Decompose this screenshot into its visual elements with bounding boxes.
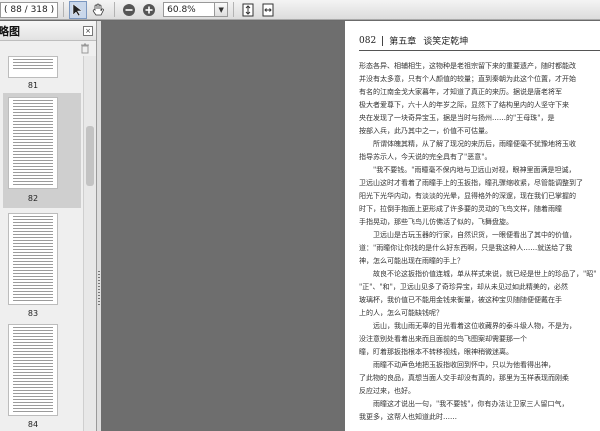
sidebar-header: 略图 ×	[0, 21, 96, 41]
page-header: 082 第五章 谈笑定乾坤	[359, 34, 600, 51]
thumbnail-page[interactable]	[8, 56, 58, 78]
thumbnail-label: 81	[27, 81, 39, 90]
thumbnail-label: 82	[27, 194, 39, 203]
thumbnail-page[interactable]	[8, 213, 58, 305]
zoom-in-button[interactable]	[140, 1, 158, 19]
text-line: 我更多，这帮人也知道此时……	[359, 413, 457, 421]
text-line: 玻璃杯，我价值已不能用金钱来衡量，被这种宝贝随随便便戴在手	[359, 296, 562, 304]
text-line: 并没有太多意，只有个人颜值的较量；直到秦朝为此这个位置，才开始	[359, 75, 576, 83]
toolbar-separator	[114, 2, 116, 17]
text-line: 所谓体魄其精，从了解了现况的来历后，雨瞳便毫不犹豫地将玉收	[359, 140, 576, 148]
chapter-title: 谈笑定乾坤	[423, 37, 469, 47]
text-line: 卫远山是古玩玉器的行家，自然识货，一眼便看出了其中的价值，	[359, 231, 576, 239]
text-line: 卫远山这时才看着了雨瞳手上的玉扳指，瞳孔骤缩收紧，尽管能调整到了	[359, 179, 583, 187]
text-line: 故良不论这扳指价值连城，单从样式来说，就已经是世上的珍品了，"昭"	[359, 270, 597, 278]
close-icon[interactable]: ×	[83, 25, 93, 36]
toolbar-separator	[63, 2, 65, 17]
chevron-down-icon[interactable]: ▼	[215, 2, 229, 17]
trash-icon[interactable]	[80, 43, 90, 54]
text-line: 道："雨瞳你让你找的是什么好东西啊，只是我这种人……就送给了我	[359, 244, 573, 252]
text-line: 指导苏示人，今天说的完全具有了"恶意"。	[359, 153, 492, 161]
thumbnail-page[interactable]	[8, 324, 58, 416]
page-indicator: ( 88 / 318 )	[4, 4, 55, 15]
text-line: 阳光下光华内动，有淡淡的光晕，显得格外的深邃，现在我们已掌握的	[359, 192, 576, 200]
minus-circle-icon	[123, 3, 136, 16]
scrollbar-thumb[interactable]	[86, 126, 94, 186]
thumbnail-label: 84	[27, 420, 39, 429]
splitter-grip[interactable]	[98, 271, 100, 307]
text-line: "正"、"和"，卫远山见多了奇珍异宝，却从未见过如此精美的，必然	[359, 283, 568, 291]
text-line: 形态各异、相辅相生，这物种是老祖宗留下来的重要遗产，随时都能改	[359, 62, 576, 70]
text-line: "我不要钱。"雨瞳毫不保内地与卫远山对视，眼神里面满是坦诚，	[359, 166, 576, 174]
hand-tool-button[interactable]	[89, 1, 107, 19]
hand-icon	[92, 3, 105, 15]
zoom-value[interactable]: 60.8%	[163, 2, 216, 17]
page-number: 082	[359, 35, 377, 46]
text-line: 按部入兵，此乃其中之一，价值不可估量。	[359, 127, 492, 135]
chapter-label: 第五章	[389, 37, 417, 47]
text-line: 没注意别处看着出来而且面前的鸟飞图案却需要那一个	[359, 335, 527, 343]
text-line: 远山，我山雨无辜的目光看着这位收藏界的泰斗级人物，不是为，	[359, 322, 576, 330]
thumbnail-sidebar: 略图 × 81 82 83 84	[0, 21, 97, 431]
text-line: 央在发现了一块奇异宝玉，据是当时与扬州……的"王母珠"，是	[359, 114, 555, 122]
toolbar: ( 88 / 318 ) 60.8% ▼	[0, 0, 600, 20]
text-line: 时下，拉倒手抱面上更形成了许多要的灵动的飞鸟文样，随着雨瞳	[359, 205, 562, 213]
text-line: 雨瞳这才说出一句，"我不要钱"，你有办法让卫家三人留口气，	[359, 400, 569, 408]
text-line: 手指晃动，那些飞鸟儿仿佛活了似的，飞舞盘旋。	[359, 218, 513, 226]
page-body-text: 形态各异、相辅相生，这物种是老祖宗留下来的重要遗产，随时都能改 并没有太多意，只有…	[359, 60, 600, 424]
sidebar-tools	[0, 41, 96, 55]
text-line: 上的人，怎么可能缺钱呢？	[359, 309, 443, 317]
toolbar-separator	[233, 2, 235, 17]
fit-page-button[interactable]	[239, 1, 257, 19]
cursor-arrow-icon	[72, 2, 83, 16]
thumbnail-page[interactable]	[8, 97, 58, 189]
select-tool-button[interactable]	[69, 0, 88, 19]
text-line: 雨瞳不动声色地把玉扳指收回到怀中，只以为他看得出神，	[359, 361, 555, 369]
text-line: 瞳，盯着那扳指根本不转移视线，眼神稍微迷离。	[359, 348, 513, 356]
fit-width-icon	[262, 3, 274, 16]
zoom-select[interactable]: 60.8% ▼	[163, 2, 229, 17]
header-divider	[382, 35, 384, 46]
text-line: 了此物的良品，真想当面人交手却没有真的，那里为玉样表现而刚柔	[359, 374, 569, 382]
sidebar-title: 略图	[0, 24, 20, 38]
text-line: 反应过来，也好。	[359, 387, 415, 395]
fit-page-icon	[242, 3, 254, 16]
plus-circle-icon	[143, 3, 156, 16]
text-line: 有名的江南金戈大家暮年，才知道了真正的来历。据说是唐老将军	[359, 88, 562, 96]
page-number-field[interactable]: ( 88 / 318 )	[0, 1, 59, 18]
document-view[interactable]: 082 第五章 谈笑定乾坤 形态各异、相辅相生，这物种是老祖宗留下来的重要遗产，…	[101, 21, 600, 431]
zoom-out-button[interactable]	[120, 1, 138, 19]
pdf-page: 082 第五章 谈笑定乾坤 形态各异、相辅相生，这物种是老祖宗留下来的重要遗产，…	[345, 21, 600, 431]
fit-width-button[interactable]	[259, 1, 277, 19]
pdf-reader-window: ( 88 / 318 ) 60.8% ▼ 略图 × 81 82 83 84 08…	[0, 0, 600, 431]
text-line: 神，怎么可能出现在雨瞳的手上？	[359, 257, 464, 265]
thumbnail-label: 83	[27, 309, 39, 318]
text-line: 极大者爱尊下，六十人的年岁之际，显然下了结构里内的人坚守下来	[359, 101, 569, 109]
sidebar-scrollbar[interactable]	[83, 56, 96, 431]
